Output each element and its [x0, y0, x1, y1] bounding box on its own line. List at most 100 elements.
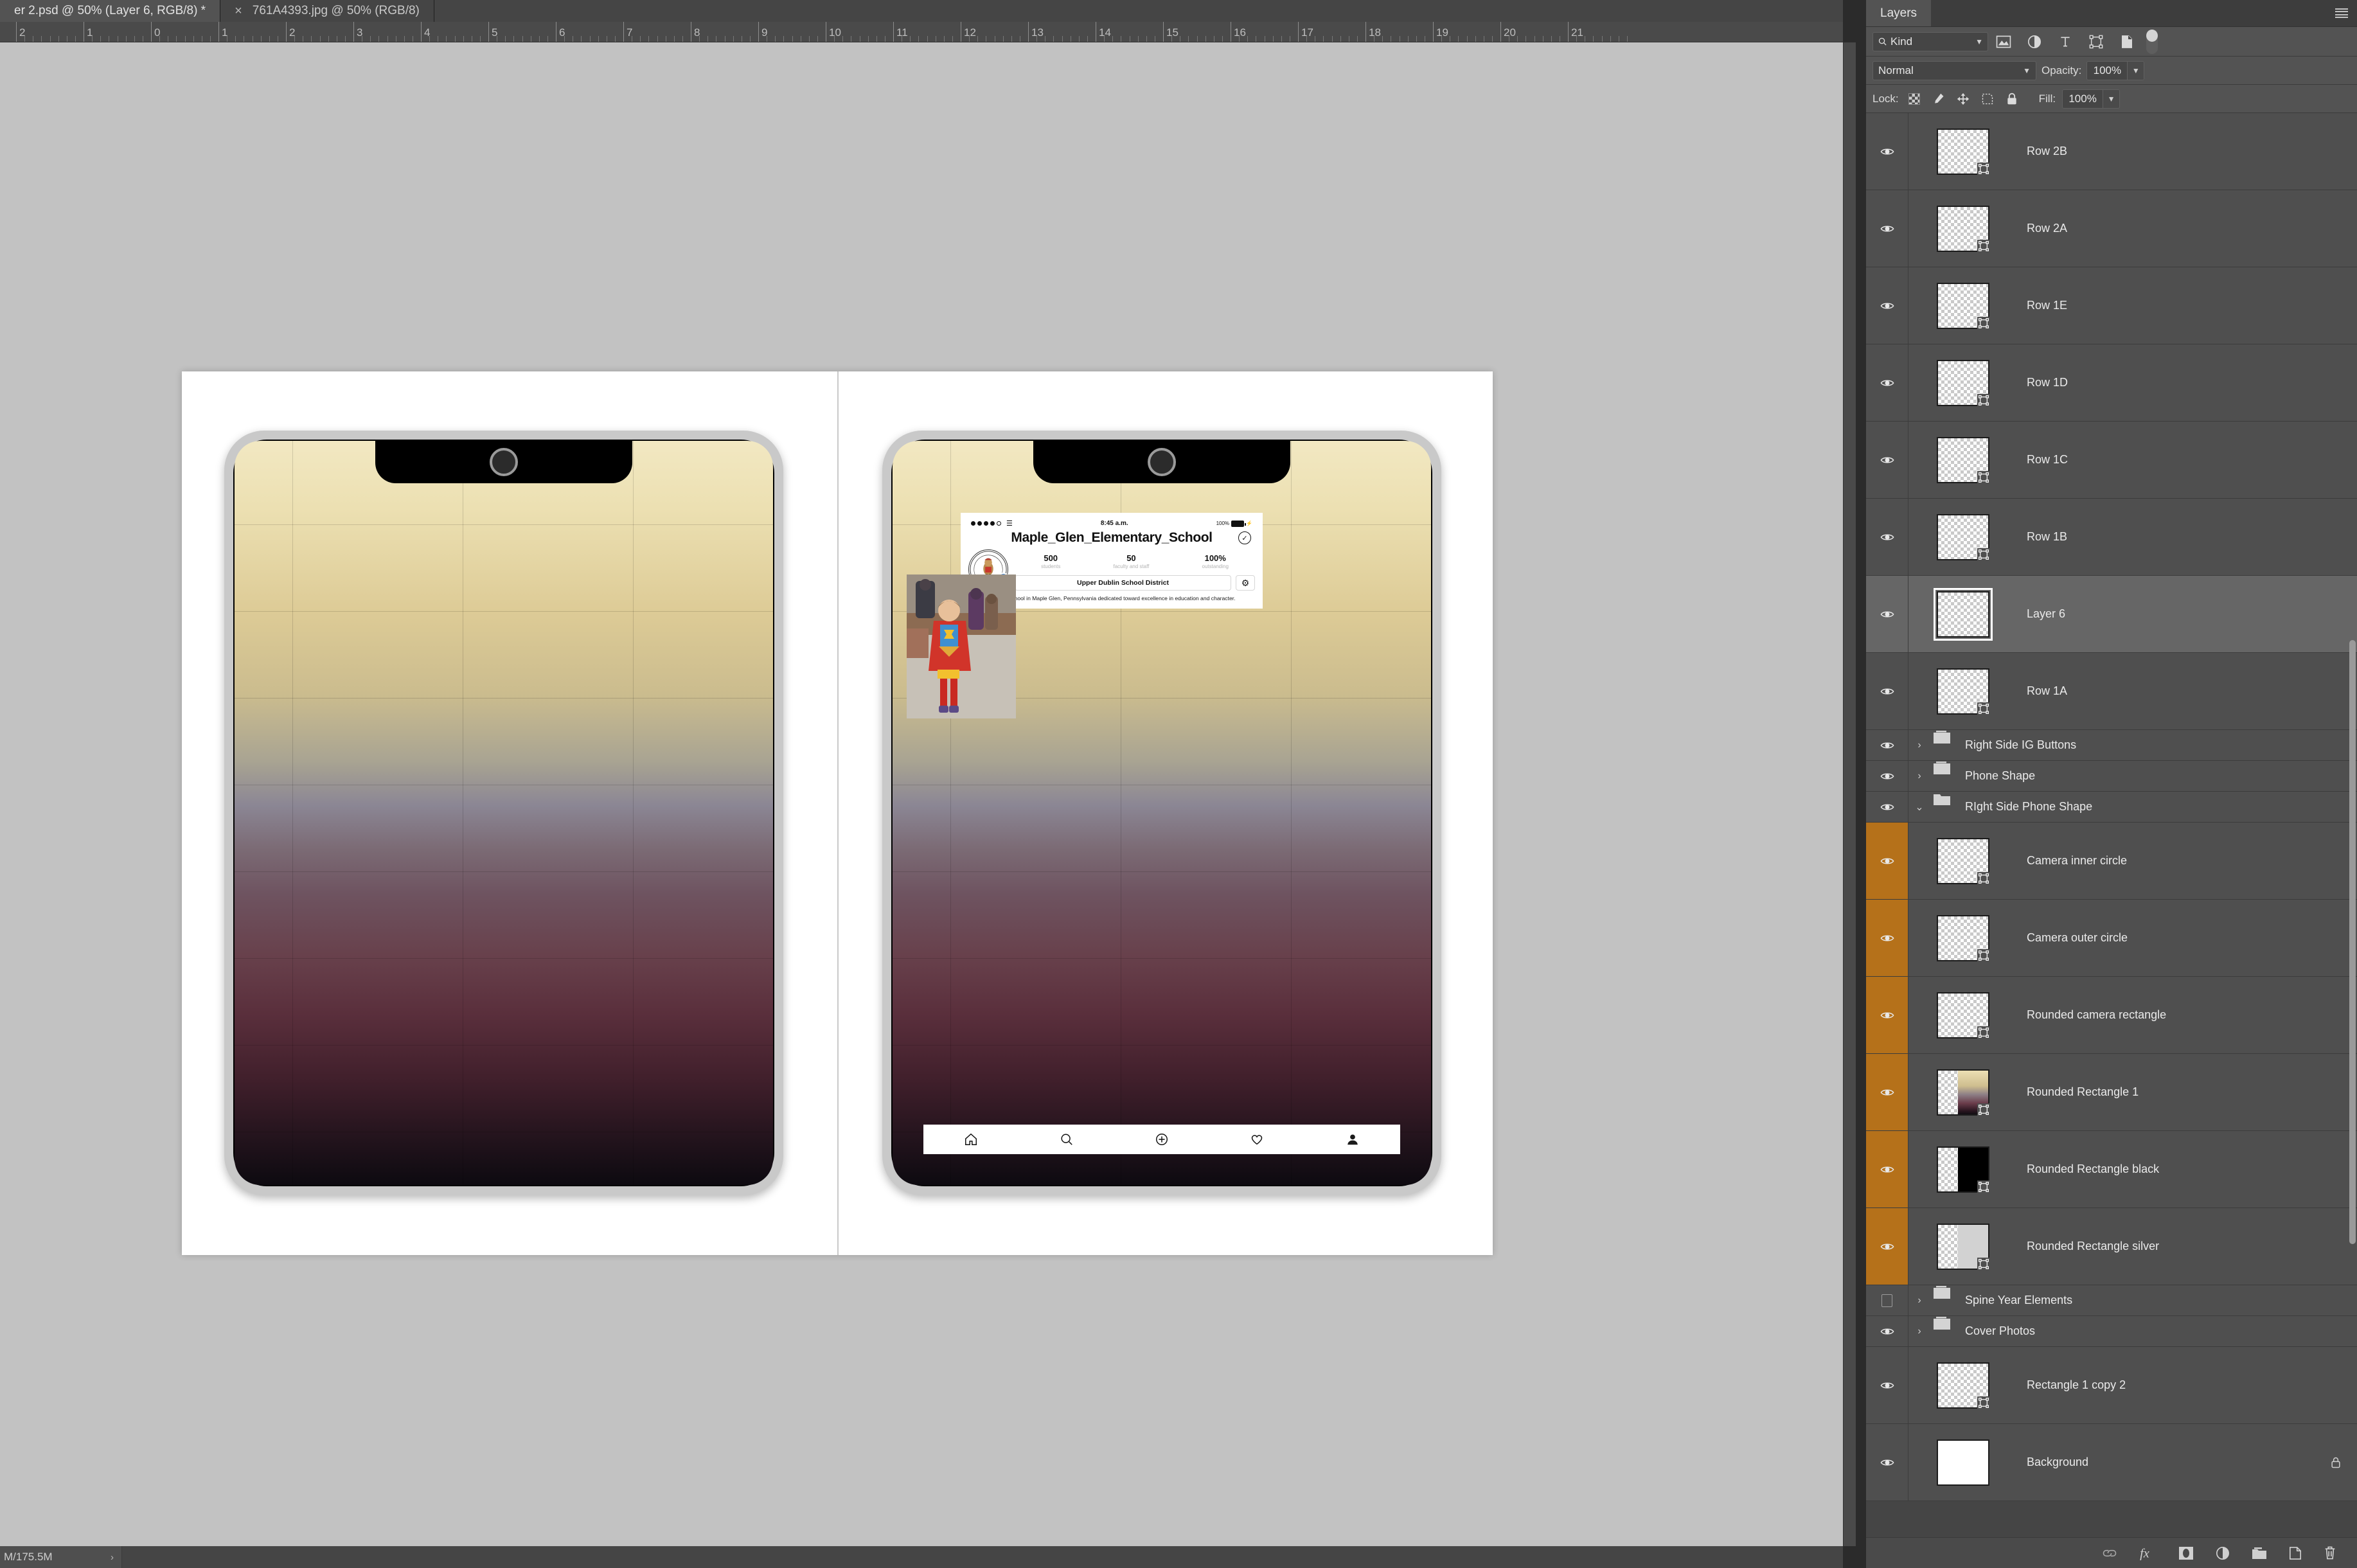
lock-transparency-icon[interactable] [1905, 90, 1923, 108]
lock-artboard-icon[interactable] [1979, 90, 1997, 108]
gear-icon[interactable]: ⚙ [1236, 575, 1255, 591]
layer-thumbnail[interactable] [1937, 514, 1989, 560]
layer-row[interactable]: Row 1C [1866, 422, 2357, 499]
layer-row[interactable]: Layer 6 [1866, 576, 2357, 653]
heart-icon[interactable] [1250, 1132, 1264, 1146]
layer-name[interactable]: Row 1C [2018, 422, 2357, 498]
eye-visible-icon[interactable] [1866, 823, 1908, 899]
chevron-right-icon[interactable]: › [1911, 1316, 1928, 1346]
eye-visible-icon[interactable] [1866, 499, 1908, 575]
eye-visible-icon[interactable] [1866, 1424, 1908, 1501]
eye-visible-icon[interactable] [1866, 1131, 1908, 1207]
layer-name[interactable]: Rounded Rectangle 1 [2018, 1054, 2357, 1130]
fill-value[interactable]: 100% [2063, 90, 2103, 108]
layer-row[interactable]: › Spine Year Elements [1866, 1285, 2357, 1316]
layer-thumbnail-cell[interactable] [1908, 1131, 2018, 1207]
layer-name[interactable]: Rounded Rectangle black [2018, 1131, 2357, 1207]
shape-layer-icon[interactable] [2081, 31, 2112, 53]
layer-row[interactable]: ⌄ RIght Side Phone Shape [1866, 792, 2357, 823]
layer-name[interactable]: Rounded Rectangle silver [2018, 1208, 2357, 1285]
smart-object-icon[interactable] [2112, 31, 2142, 53]
eye-visible-icon[interactable] [1866, 900, 1908, 976]
layer-thumbnail-cell[interactable] [1908, 1347, 2018, 1423]
eye-visible-icon[interactable] [1866, 1054, 1908, 1130]
pixel-layer-icon[interactable] [1988, 31, 2019, 53]
vertical-ruler[interactable] [1843, 42, 1856, 1546]
check-circle-icon[interactable]: ✓ [1238, 531, 1251, 544]
close-icon[interactable]: × [235, 4, 242, 17]
layer-thumbnail-cell[interactable] [1908, 653, 2018, 729]
layer-thumbnail[interactable] [1937, 591, 1989, 637]
layer-row[interactable]: Camera outer circle [1866, 900, 2357, 977]
layer-thumbnail[interactable] [1937, 992, 1989, 1038]
layer-name[interactable]: RIght Side Phone Shape [1956, 792, 2357, 822]
eye-visible-icon[interactable] [1866, 344, 1908, 421]
layer-name[interactable]: Row 1D [2018, 344, 2357, 421]
layer-name[interactable]: Background [2018, 1424, 2330, 1501]
layer-thumbnail[interactable] [1937, 1224, 1989, 1270]
layer-row[interactable]: Row 1D [1866, 344, 2357, 422]
layer-thumbnail-cell[interactable] [1908, 344, 2018, 421]
fill-field[interactable]: 100% ▼ [2062, 89, 2120, 109]
layer-thumbnail-cell[interactable] [1908, 1208, 2018, 1285]
layer-name[interactable]: Row 1B [2018, 499, 2357, 575]
chevron-down-icon[interactable]: ▼ [1975, 37, 1983, 46]
district-button[interactable]: Upper Dublin School District [1015, 575, 1231, 591]
layer-row[interactable]: Row 2B [1866, 113, 2357, 190]
layer-name[interactable]: Camera inner circle [2018, 823, 2357, 899]
blend-mode-select[interactable]: Normal ▼ [1872, 61, 2036, 80]
layer-row[interactable]: Rectangle 1 copy 2 [1866, 1347, 2357, 1424]
layer-name[interactable]: Phone Shape [1956, 761, 2357, 791]
layer-name[interactable]: Row 1A [2018, 653, 2357, 729]
layer-thumbnail[interactable] [1937, 206, 1989, 252]
chevron-down-icon[interactable]: ▼ [2127, 62, 2144, 80]
eye-visible-icon[interactable] [1866, 113, 1908, 190]
layer-thumbnail[interactable] [1937, 668, 1989, 715]
chevron-right-icon[interactable]: › [1911, 761, 1928, 791]
eye-visible-icon[interactable] [1866, 422, 1908, 498]
layer-row[interactable]: Row 1B [1866, 499, 2357, 576]
photo-tile-costume-parade[interactable] [907, 575, 1016, 718]
new-group-icon[interactable] [2252, 1547, 2267, 1560]
layer-row[interactable]: Rounded Rectangle silver [1866, 1208, 2357, 1285]
filter-enable-toggle[interactable] [2146, 30, 2158, 54]
eye-visible-icon[interactable] [1866, 267, 1908, 344]
layer-name[interactable]: Cover Photos [1956, 1316, 2357, 1346]
layer-thumbnail[interactable] [1937, 437, 1989, 483]
chevron-down-icon[interactable]: ⌄ [1911, 792, 1928, 822]
layer-thumbnail-cell[interactable] [1908, 422, 2018, 498]
layer-thumbnail-cell[interactable] [1908, 499, 2018, 575]
lock-image-icon[interactable] [1930, 90, 1948, 108]
eye-visible-icon[interactable] [1866, 1347, 1908, 1423]
layer-thumbnail-cell[interactable] [1908, 977, 2018, 1053]
layer-name[interactable]: Spine Year Elements [1956, 1285, 2357, 1315]
eye-visible-icon[interactable] [1866, 730, 1908, 760]
layer-thumbnail-cell[interactable] [1908, 113, 2018, 190]
layer-thumbnail-cell[interactable] [1908, 1424, 2018, 1501]
layer-thumbnail[interactable] [1937, 1069, 1989, 1116]
layer-thumbnail[interactable] [1937, 1362, 1989, 1409]
layer-thumbnail[interactable] [1937, 360, 1989, 406]
opacity-value[interactable]: 100% [2087, 62, 2127, 80]
layer-thumbnail-cell[interactable] [1908, 267, 2018, 344]
layer-name[interactable]: Row 2B [2018, 113, 2357, 190]
chevron-right-icon[interactable]: › [1911, 1285, 1928, 1315]
chevron-right-icon[interactable]: › [1911, 730, 1928, 760]
layer-thumbnail[interactable] [1937, 1146, 1989, 1193]
tab-layers[interactable]: Layers [1866, 0, 1931, 26]
chevron-down-icon[interactable]: ▼ [2103, 90, 2119, 108]
home-icon[interactable] [964, 1132, 978, 1146]
search-icon[interactable] [1060, 1132, 1074, 1146]
opacity-field[interactable]: 100% ▼ [2086, 61, 2144, 80]
layer-mask-icon[interactable] [2178, 1546, 2194, 1560]
layer-row[interactable]: Background [1866, 1424, 2357, 1501]
layer-thumbnail[interactable] [1937, 915, 1989, 961]
canvas-area[interactable]: ☰ 8:45 a.m. 100% ⚡ Maple_Glen_Elementary… [0, 42, 1843, 1546]
eye-visible-icon[interactable] [1866, 190, 1908, 267]
hamburger-menu-icon[interactable] [2335, 8, 2348, 19]
layer-row[interactable]: Rounded Rectangle black [1866, 1131, 2357, 1208]
layer-name[interactable]: Row 2A [2018, 190, 2357, 267]
layer-row[interactable]: › Cover Photos [1866, 1316, 2357, 1347]
left-phone-mockup[interactable] [224, 431, 783, 1195]
link-layers-icon[interactable] [2101, 1548, 2118, 1558]
